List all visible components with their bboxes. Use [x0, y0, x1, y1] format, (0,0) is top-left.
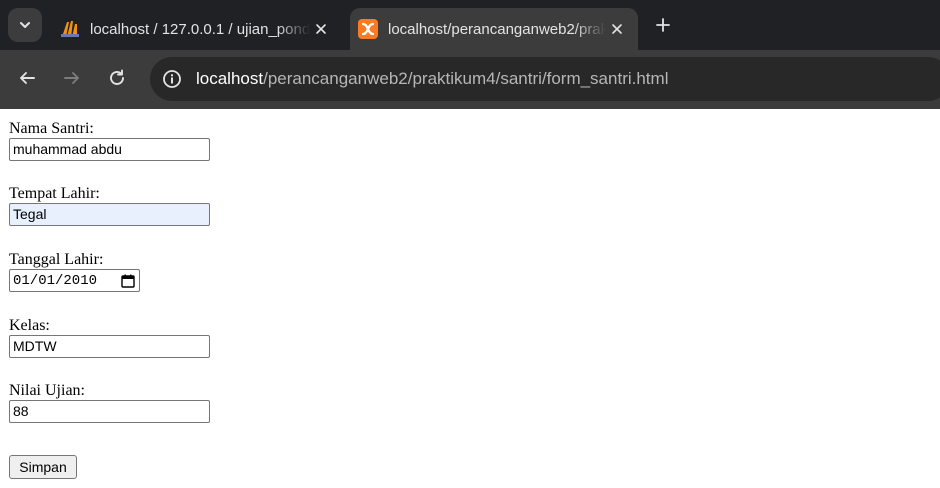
tab-phpmyadmin[interactable]: localhost / 127.0.0.1 / ujian_pondok: [54, 8, 342, 50]
kelas-label: Kelas:: [9, 317, 50, 334]
chevron-down-icon: [20, 22, 30, 28]
tab-search-button[interactable]: [8, 8, 42, 42]
url-text: localhost/perancanganweb2/praktikum4/san…: [196, 69, 668, 89]
url-path: /perancanganweb2/praktikum4/santri/form_…: [263, 69, 669, 88]
reload-icon: [110, 69, 124, 85]
field-tempat-lahir: Tempat Lahir: Tegal: [9, 184, 210, 226]
info-icon[interactable]: [162, 69, 182, 89]
tab-form-santri[interactable]: localhost/perancanganweb2/praktikum4/san…: [350, 8, 638, 50]
reload-button[interactable]: [103, 64, 131, 92]
tempat-lahir-input[interactable]: Tegal: [9, 203, 210, 226]
back-button[interactable]: [13, 64, 41, 92]
forward-button[interactable]: [58, 64, 86, 92]
tab-strip: localhost / 127.0.0.1 / ujian_pondok loc…: [0, 0, 940, 50]
arrow-left-icon: [20, 72, 35, 84]
page-content: Nama Santri: muhammad abdu Tempat Lahir:…: [0, 109, 940, 488]
tempat-lahir-label: Tempat Lahir:: [9, 185, 100, 202]
plus-icon: [656, 18, 670, 32]
url-host: localhost: [196, 69, 264, 88]
calendar-icon[interactable]: [121, 274, 135, 288]
close-icon[interactable]: [310, 18, 332, 40]
xampp-icon: [358, 19, 378, 39]
kelas-input[interactable]: MDTW: [9, 335, 210, 358]
tanggal-lahir-input[interactable]: 01/01/2010: [9, 269, 140, 292]
simpan-button[interactable]: Simpan: [9, 455, 77, 479]
field-kelas: Kelas: MDTW: [9, 316, 210, 358]
nama-santri-input[interactable]: muhammad abdu: [9, 138, 210, 161]
new-tab-button[interactable]: [650, 12, 676, 38]
tab-title: localhost / 127.0.0.1 / ujian_pondok: [90, 20, 310, 38]
field-nama-santri: Nama Santri: muhammad abdu: [9, 119, 210, 161]
address-bar[interactable]: localhost/perancanganweb2/praktikum4/san…: [150, 57, 940, 101]
nama-santri-label: Nama Santri:: [9, 120, 94, 137]
tab-title: localhost/perancanganweb2/praktikum4/san…: [388, 20, 606, 38]
browser-toolbar: localhost/perancanganweb2/praktikum4/san…: [0, 50, 940, 109]
field-nilai-ujian: Nilai Ujian: 88: [9, 381, 210, 423]
phpmyadmin-icon: [61, 21, 79, 37]
field-tanggal-lahir: Tanggal Lahir: 01/01/2010: [9, 250, 140, 292]
nilai-ujian-label: Nilai Ujian:: [9, 382, 85, 399]
close-icon[interactable]: [606, 18, 628, 40]
tanggal-lahir-label: Tanggal Lahir:: [9, 251, 104, 268]
nilai-ujian-input[interactable]: 88: [9, 400, 210, 423]
arrow-right-icon: [64, 72, 79, 84]
tanggal-lahir-value: 01/01/2010: [13, 272, 98, 289]
